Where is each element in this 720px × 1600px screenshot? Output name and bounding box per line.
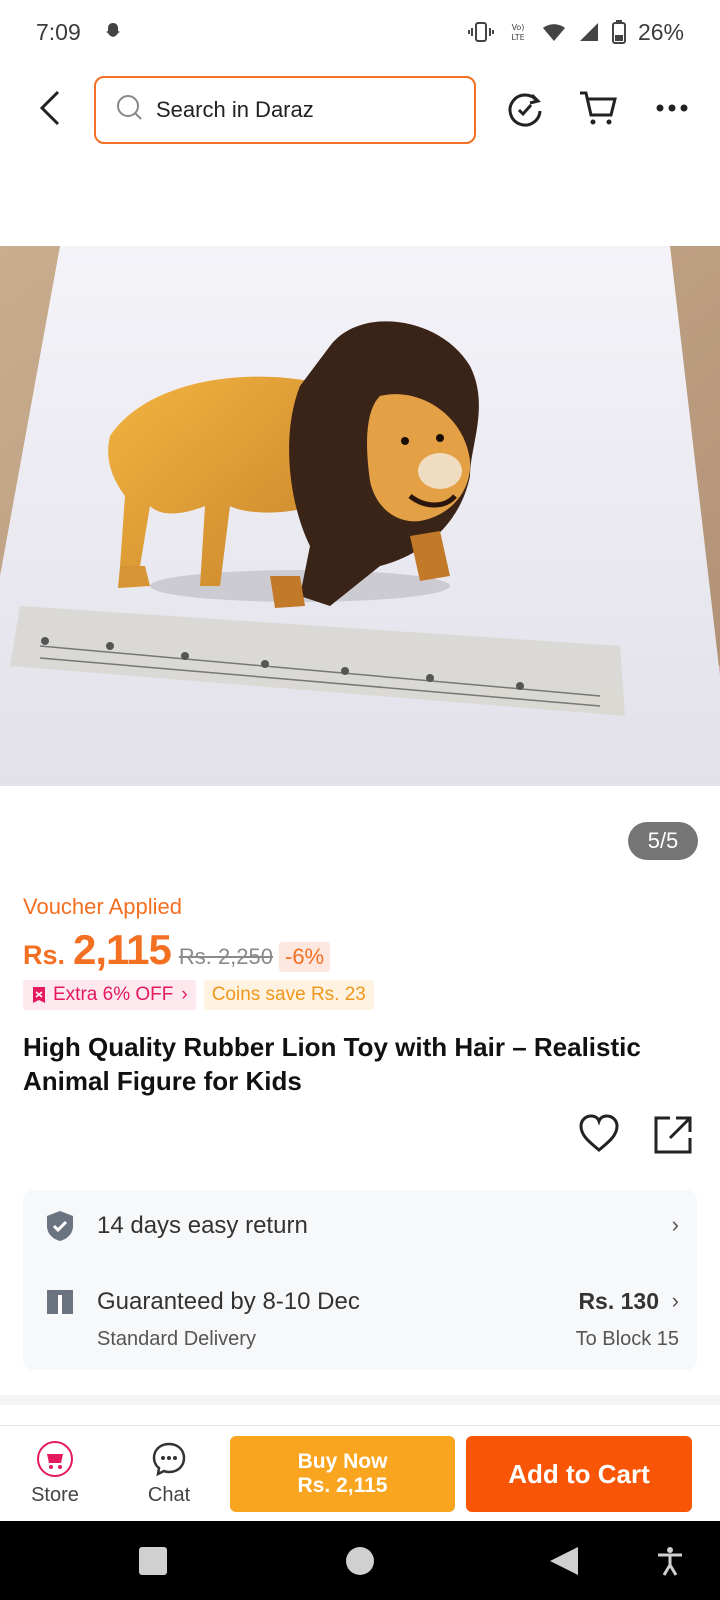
chevron-right-icon: ›	[671, 1288, 679, 1313]
back-nav-button[interactable]	[548, 1545, 580, 1577]
action-bar: Store Chat Buy Now Rs. 2,115 Add to Cart	[0, 1425, 720, 1521]
delivery-subtext: Standard Delivery	[97, 1328, 256, 1350]
add-to-cart-button[interactable]: Add to Cart	[466, 1436, 692, 1512]
chevron-right-icon: ›	[671, 1212, 679, 1237]
store-button[interactable]: Store	[15, 1440, 95, 1507]
battery-percent: 26%	[637, 18, 684, 45]
delivery-row[interactable]: Guaranteed by 8-10 Dec Standard Delivery…	[23, 1260, 697, 1370]
back-arrow-icon	[39, 90, 60, 126]
chat-icon	[150, 1440, 188, 1478]
snapchat-icon	[101, 20, 125, 44]
section-divider	[0, 1395, 720, 1405]
voucher-icon	[33, 987, 45, 1003]
price-currency: Rs.	[23, 940, 66, 970]
extra-off-label: Extra 6% OFF	[53, 984, 174, 1005]
vibrate-icon	[467, 20, 494, 44]
coins-label: Coins save Rs. 23	[211, 984, 366, 1005]
service-card: 14 days easy return › Guaranteed by 8-10…	[23, 1190, 697, 1370]
original-price: Rs. 2,250	[178, 944, 273, 969]
svg-text:LTE: LTE	[511, 33, 524, 42]
more-icon	[656, 104, 688, 112]
image-counter: 5/5	[628, 822, 698, 860]
square-icon	[139, 1547, 167, 1575]
signal-icon	[578, 21, 600, 43]
top-nav: Search in Daraz	[0, 74, 720, 144]
recents-button[interactable]	[137, 1545, 169, 1577]
chevron-right-icon: ›	[181, 984, 188, 1005]
battery-icon	[611, 20, 626, 44]
search-placeholder: Search in Daraz	[156, 97, 314, 122]
extra-off-tag[interactable]: Extra 6% OFF ›	[23, 980, 196, 1010]
refresh-icon	[508, 93, 542, 127]
buy-now-price: Rs. 2,115	[297, 1474, 388, 1497]
price-row: Rs. 2,115 Rs. 2,250 -6%	[23, 926, 331, 974]
shield-check-icon	[45, 1210, 75, 1241]
android-nav-bar	[0, 1521, 720, 1600]
delivery-text: Guaranteed by 8-10 Dec	[97, 1288, 360, 1315]
triangle-back-icon	[550, 1547, 578, 1575]
chat-button[interactable]: Chat	[129, 1440, 209, 1507]
promo-row: Extra 6% OFF › Coins save Rs. 23	[23, 980, 374, 1010]
return-text: 14 days easy return	[97, 1212, 308, 1239]
share-button[interactable]	[652, 1114, 696, 1158]
buy-now-label: Buy Now	[297, 1450, 388, 1473]
coins-tag: Coins save Rs. 23	[203, 980, 374, 1010]
search-icon	[116, 94, 144, 127]
discount-badge: -6%	[279, 942, 331, 972]
delivery-location: To Block 15	[575, 1328, 679, 1350]
store-label: Store	[31, 1484, 79, 1506]
voucher-label: Voucher Applied	[23, 894, 183, 919]
svg-text:Vo): Vo)	[512, 23, 525, 32]
wifi-icon	[542, 21, 566, 43]
add-to-cart-label: Add to Cart	[508, 1458, 650, 1489]
wishlist-button[interactable]	[578, 1114, 622, 1158]
product-image[interactable]	[0, 246, 720, 786]
current-price: 2,115	[73, 926, 172, 973]
share-icon	[654, 1116, 692, 1154]
volte-icon: Vo) LTE	[506, 20, 530, 44]
gift-box-icon	[45, 1286, 75, 1316]
search-input[interactable]: Search in Daraz	[94, 76, 476, 144]
chat-label: Chat	[147, 1484, 191, 1506]
store-icon	[36, 1440, 74, 1478]
product-title: High Quality Rubber Lion Toy with Hair –…	[23, 1032, 641, 1096]
accessibility-icon	[658, 1547, 682, 1576]
circle-icon	[346, 1547, 374, 1575]
cart-button[interactable]	[578, 88, 618, 128]
home-button[interactable]	[344, 1545, 376, 1577]
delivery-price: Rs. 130	[578, 1288, 659, 1314]
status-bar: 7:09 Vo) LTE 26%	[0, 0, 720, 64]
cart-icon	[580, 91, 617, 125]
back-button[interactable]	[30, 88, 70, 128]
buy-now-button[interactable]: Buy Now Rs. 2,115	[230, 1436, 455, 1512]
accessibility-button[interactable]	[654, 1545, 686, 1577]
more-button[interactable]	[652, 88, 692, 128]
heart-icon	[579, 1114, 619, 1152]
refresh-button[interactable]	[505, 88, 545, 128]
status-time: 7:09	[36, 18, 81, 45]
return-row[interactable]: 14 days easy return ›	[23, 1190, 697, 1260]
